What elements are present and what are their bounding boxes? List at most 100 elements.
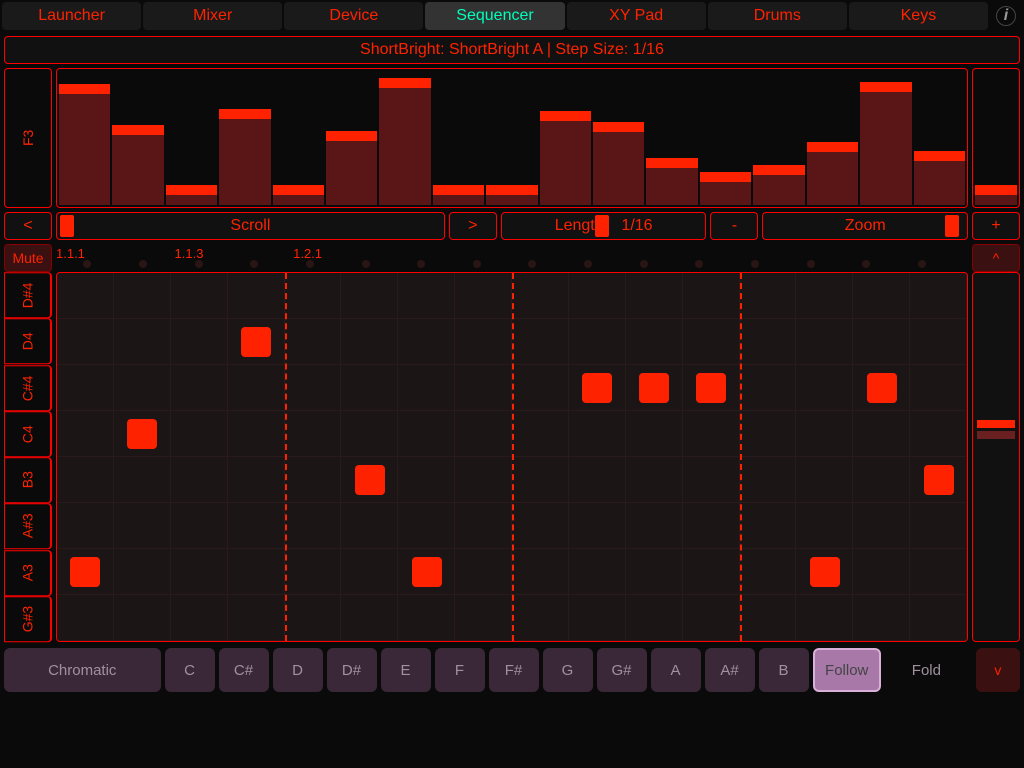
follow-button[interactable]: Follow [813,648,881,692]
sequencer-note[interactable] [810,557,840,587]
scroll-up-button[interactable]: ^ [972,244,1020,272]
timeline-dot [417,260,425,268]
note-label-D4[interactable]: D4 [4,318,52,364]
length-value: 1/16 [621,217,652,235]
minimap-note [977,431,1015,439]
note-label-Ds4[interactable]: D#4 [4,272,52,318]
length-handle[interactable] [595,215,609,237]
velocity-bar[interactable] [326,131,377,205]
velocity-bar[interactable] [646,158,697,205]
sequencer-note[interactable] [696,373,726,403]
sequencer-note[interactable] [639,373,669,403]
sequencer-note[interactable] [70,557,100,587]
velocity-bar[interactable] [700,172,751,206]
scroll-down-button[interactable]: v [976,648,1020,692]
sequencer-note[interactable] [241,327,271,357]
timeline-dot [862,260,870,268]
info-icon[interactable]: i [996,6,1016,26]
velocity-bar[interactable] [59,84,110,205]
mute-button[interactable]: Mute [4,244,52,272]
note-label-B3[interactable]: B3 [4,457,52,503]
timeline-dot [640,260,648,268]
scroll-prev-button[interactable]: < [4,212,52,240]
velocity-bar[interactable] [486,185,537,205]
key-A[interactable]: A [651,648,701,692]
minimap[interactable] [972,272,1020,642]
key-Cs[interactable]: C# [219,648,269,692]
scroll-next-button[interactable]: > [449,212,497,240]
timeline-track[interactable]: 1.1.11.1.31.2.1 [56,244,968,272]
sequencer-note[interactable] [582,373,612,403]
timeline-dot [473,260,481,268]
velocity-bar[interactable] [753,165,804,205]
velocity-bar[interactable] [807,142,858,205]
key-Ds[interactable]: D# [327,648,377,692]
beat-divider [285,273,287,641]
sequencer-note[interactable] [924,465,954,495]
zoom-out-button[interactable]: - [710,212,758,240]
velocity-bar[interactable] [593,122,644,205]
timeline-dot [751,260,759,268]
scroll-slider[interactable]: Scroll [56,212,445,240]
velocity-bar[interactable] [273,185,324,205]
fold-button[interactable]: Fold [885,648,968,692]
tab-drums[interactable]: Drums [708,2,847,30]
sequencer-note[interactable] [412,557,442,587]
note-label-As3[interactable]: A#3 [4,503,52,549]
velocity-bar[interactable] [112,125,163,205]
timeline-dot [250,260,258,268]
zoom-in-button[interactable]: + [972,212,1020,240]
tab-mixer[interactable]: Mixer [143,2,282,30]
velocity-bar[interactable] [433,185,484,205]
key-G[interactable]: G [543,648,593,692]
velocity-bar[interactable] [860,82,911,205]
tab-keys[interactable]: Keys [849,2,988,30]
tab-device[interactable]: Device [284,2,423,30]
beat-divider [740,273,742,641]
sequencer-note[interactable] [355,465,385,495]
velocity-bar[interactable] [914,151,965,205]
tab-launcher[interactable]: Launcher [2,2,141,30]
scroll-handle[interactable] [60,215,74,237]
note-labels: D#4D4C#4C4B3A#3A3G#3 [4,272,52,642]
note-label-C4[interactable]: C4 [4,411,52,457]
velocity-bar[interactable] [166,185,217,205]
key-Fs[interactable]: F# [489,648,539,692]
timeline-dot [83,260,91,268]
timeline-dot [195,260,203,268]
tab-bar: Launcher Mixer Device Sequencer XY Pad D… [0,0,1024,32]
timeline-dot [139,260,147,268]
chromatic-button[interactable]: Chromatic [4,648,161,692]
velocity-panel[interactable] [56,68,968,208]
key-B[interactable]: B [759,648,809,692]
sequencer-note[interactable] [127,419,157,449]
key-E[interactable]: E [381,648,431,692]
sequencer-grid[interactable] [56,272,968,642]
tab-xypad[interactable]: XY Pad [567,2,706,30]
velocity-overflow[interactable] [972,68,1020,208]
length-control[interactable]: Length: 1/16 [501,212,707,240]
key-Gs[interactable]: G# [597,648,647,692]
sequencer-note[interactable] [867,373,897,403]
time-label: 1.2.1 [293,246,322,261]
note-label-Gs3[interactable]: G#3 [4,596,52,642]
key-D[interactable]: D [273,648,323,692]
scroll-label: Scroll [230,217,270,235]
zoom-handle[interactable] [945,215,959,237]
velocity-bar[interactable] [219,109,270,205]
key-C[interactable]: C [165,648,215,692]
zoom-label: Zoom [845,217,886,235]
timeline-dot [528,260,536,268]
tab-sequencer[interactable]: Sequencer [425,2,564,30]
beat-divider [512,273,514,641]
velocity-bar[interactable] [540,111,591,205]
timeline-dot [807,260,815,268]
zoom-slider[interactable]: Zoom [762,212,968,240]
note-label-Cs4[interactable]: C#4 [4,365,52,411]
velocity-bar[interactable] [379,78,430,205]
velocity-note-label[interactable]: F3 [4,68,52,208]
note-label-A3[interactable]: A3 [4,550,52,596]
preset-header[interactable]: ShortBright: ShortBright A | Step Size: … [4,36,1020,64]
key-As[interactable]: A# [705,648,755,692]
key-F[interactable]: F [435,648,485,692]
